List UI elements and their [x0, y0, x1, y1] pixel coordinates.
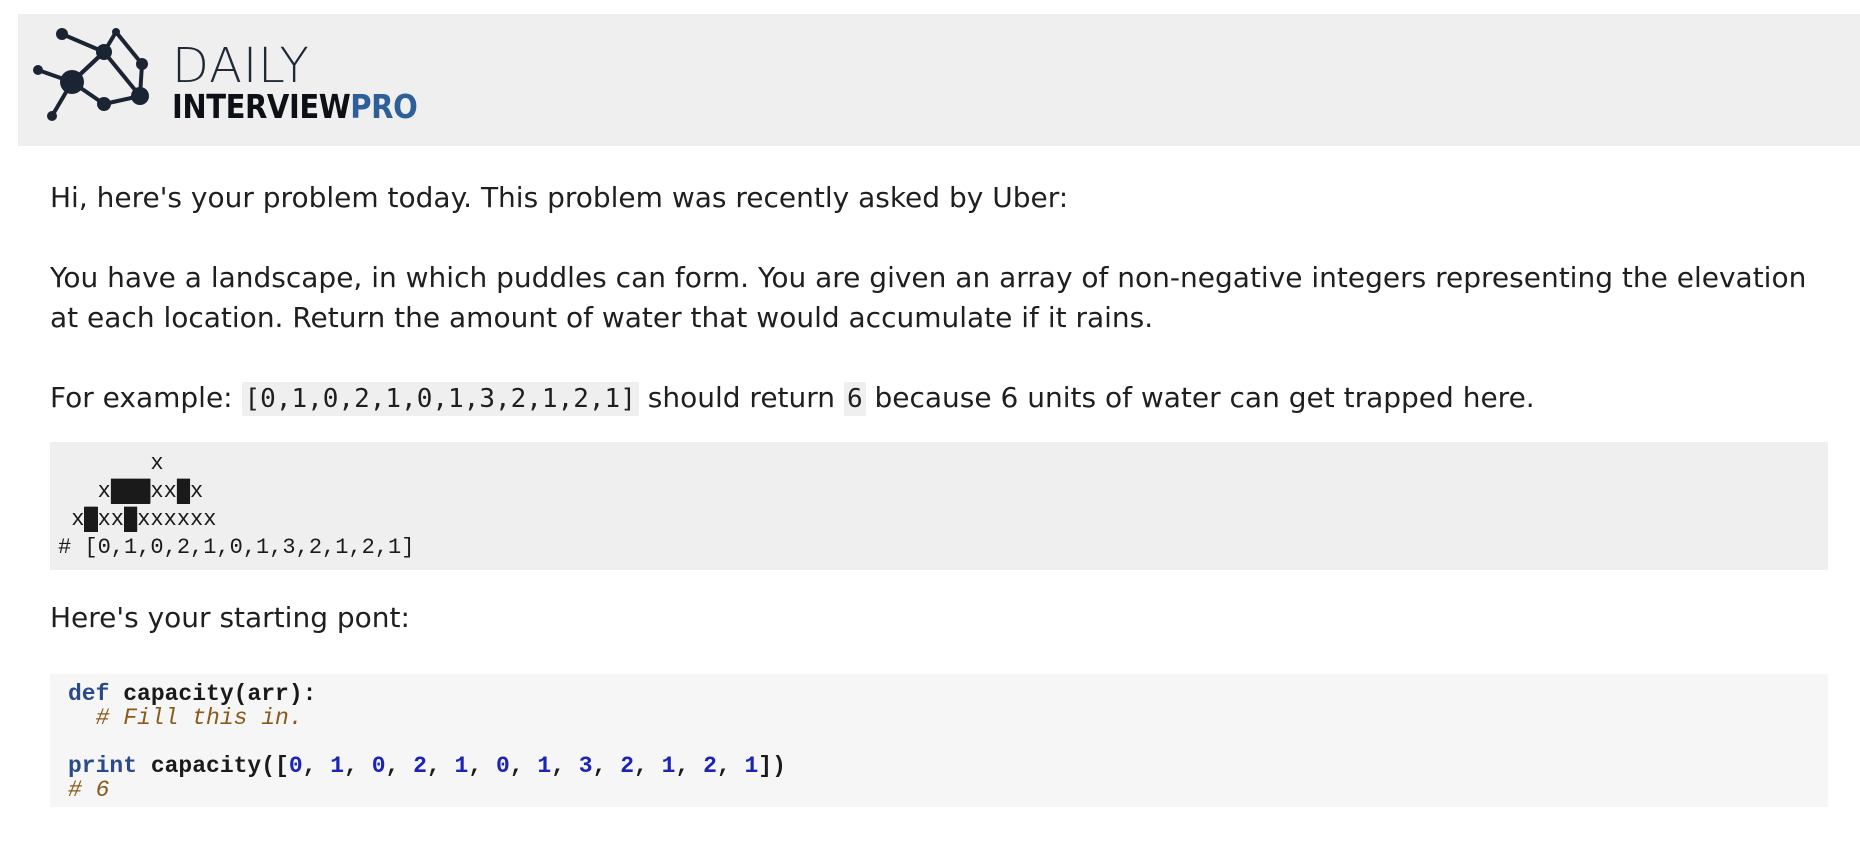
- example-result-code: 6: [843, 382, 866, 416]
- elevation-ascii: x x███xx█x x█xx█xxxxxx # [0,1,0,2,1,0,1,…: [58, 450, 414, 562]
- example-line: For example: [0,1,0,2,1,0,1,3,2,1,2,1] s…: [50, 378, 1535, 419]
- diagram-row-2: x███xx█x: [58, 479, 204, 504]
- daily-interview-pro-logo[interactable]: DAILY INTERVIEWPRO: [32, 24, 422, 134]
- diagram-row-1: x█xx█xxxxxx: [58, 507, 217, 532]
- code-arg-number: 2: [620, 753, 635, 779]
- example-prefix: For example:: [50, 381, 242, 414]
- code-arg-number: 1: [744, 753, 759, 779]
- network-nodes-icon: [33, 28, 149, 121]
- logo-word-pro: PRO: [350, 87, 418, 126]
- code-arg-number: 1: [454, 753, 469, 779]
- code-arg-number: 0: [371, 753, 386, 779]
- code-arg-number: 2: [703, 753, 717, 779]
- logo-word-interviewpro: INTERVIEWPRO: [172, 87, 418, 126]
- code-args: 0, 1, 0, 2, 1, 0, 1, 3, 2, 1, 2, 1: [288, 753, 759, 779]
- example-array-code: [0,1,0,2,1,0,1,3,2,1,2,1]: [241, 382, 639, 416]
- logo-word-interview: INTERVIEW: [172, 87, 351, 126]
- elevation-diagram: x x███xx█x x█xx█xxxxxx # [0,1,0,2,1,0,1,…: [50, 442, 1828, 570]
- starting-point-text: Here's your starting pont:: [50, 601, 410, 634]
- code-arg-number: 0: [495, 753, 510, 779]
- code-print-keyword: print: [68, 753, 138, 779]
- code-arg-number: 1: [537, 753, 552, 779]
- code-arg-number: 1: [661, 753, 676, 779]
- diagram-comment: # [0,1,0,2,1,0,1,3,2,1,2,1]: [58, 535, 415, 560]
- code-result-comment: # 6: [68, 777, 110, 803]
- code-call-open: capacity([: [137, 753, 289, 779]
- code-block: def capacity(arr): # Fill this in. print…: [50, 674, 1828, 807]
- logo-word-daily: DAILY: [172, 38, 310, 94]
- example-middle: should return: [638, 381, 844, 414]
- code-arg-number: 2: [413, 753, 427, 779]
- code-arg-number: 3: [578, 753, 593, 779]
- code-fill-comment: # Fill this in.: [95, 705, 303, 731]
- starter-code: def capacity(arr): # Fill this in. print…: [68, 682, 786, 802]
- code-def-keyword: def: [68, 681, 110, 707]
- intro-text: Hi, here's your problem today. This prob…: [50, 181, 1069, 214]
- diagram-row-3: x: [58, 451, 164, 476]
- problem-statement: You have a landscape, in which puddles c…: [50, 261, 1807, 334]
- example-suffix: because 6 units of water can get trapped…: [865, 381, 1535, 414]
- code-arg-number: 1: [330, 753, 345, 779]
- code-call-close: ]): [758, 753, 786, 779]
- code-arg-number: 0: [288, 753, 303, 779]
- code-signature: capacity(arr):: [109, 681, 317, 707]
- site-header: DAILY INTERVIEWPRO: [18, 14, 1860, 146]
